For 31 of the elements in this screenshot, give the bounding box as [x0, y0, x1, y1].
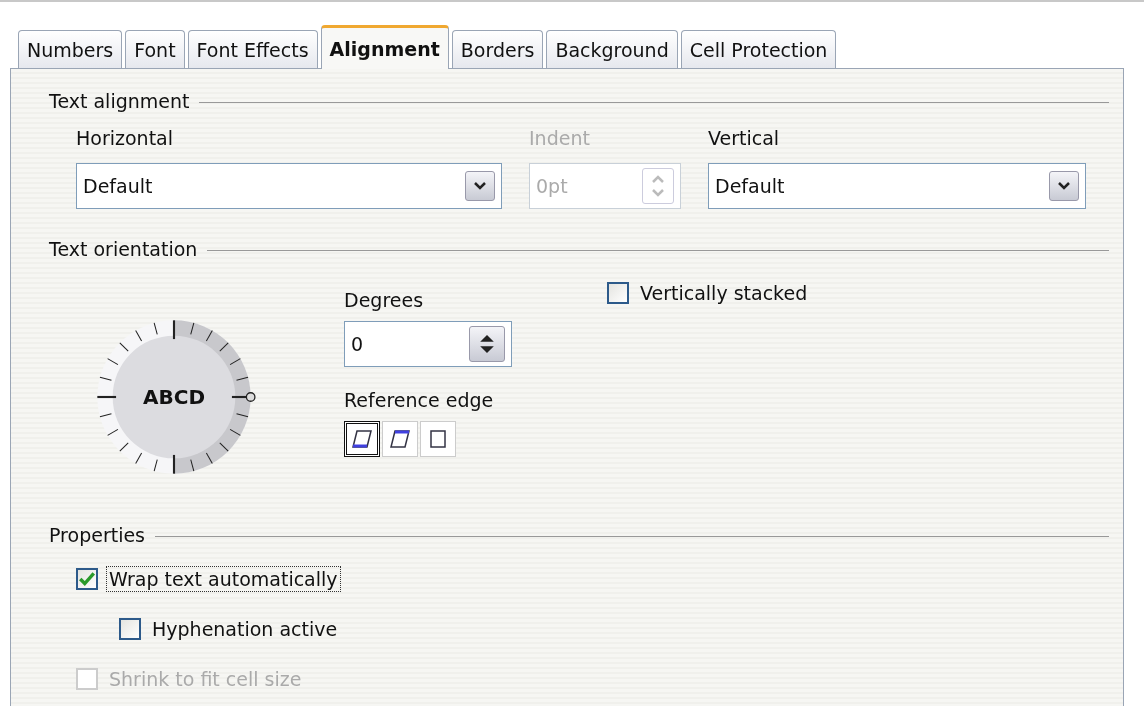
dialog-tab[interactable]: Borders: [451, 30, 544, 68]
section-title: Text orientation: [49, 238, 198, 260]
square-icon: [427, 428, 449, 450]
degrees-spin-field[interactable]: 0: [344, 321, 512, 367]
field-label: Horizontal: [76, 127, 174, 151]
reference-edge-button[interactable]: [344, 421, 380, 457]
spin-arrows-icon: [642, 168, 674, 204]
dialog-tab[interactable]: Cell Protection: [680, 30, 837, 68]
vertical-dropdown[interactable]: Default: [708, 163, 1086, 209]
dialog-tab[interactable]: Numbers: [18, 30, 123, 68]
field-label: Vertical: [708, 127, 781, 151]
dialog-tab[interactable]: Font Effects: [187, 30, 318, 68]
horizontal-dropdown[interactable]: Default: [76, 163, 502, 209]
checkbox[interactable]: [119, 618, 141, 640]
parallelogram-bottom-edge-icon: [351, 428, 373, 450]
field-label: Indent: [529, 127, 591, 151]
dialog-tab[interactable]: Background: [546, 30, 678, 68]
checkbox-label[interactable]: Hyphenation active: [149, 616, 341, 642]
dial-sample-text: ABCD: [143, 385, 205, 409]
checkbox-label[interactable]: Vertically stacked: [637, 280, 811, 306]
parallelogram-top-edge-icon: [389, 428, 411, 450]
spin-arrows-icon: [469, 326, 505, 362]
field-label: Reference edge: [344, 389, 495, 413]
section-title: Properties: [49, 524, 146, 546]
field-label: Degrees: [344, 289, 425, 313]
section-title: Text alignment: [49, 90, 190, 112]
dialog-tab[interactable]: Alignment: [320, 25, 449, 69]
checkbox[interactable]: [607, 282, 629, 304]
checkbox[interactable]: [76, 568, 98, 590]
dialog-tab[interactable]: Font: [125, 30, 185, 68]
checkbox-label[interactable]: Wrap text automatically: [106, 566, 341, 592]
